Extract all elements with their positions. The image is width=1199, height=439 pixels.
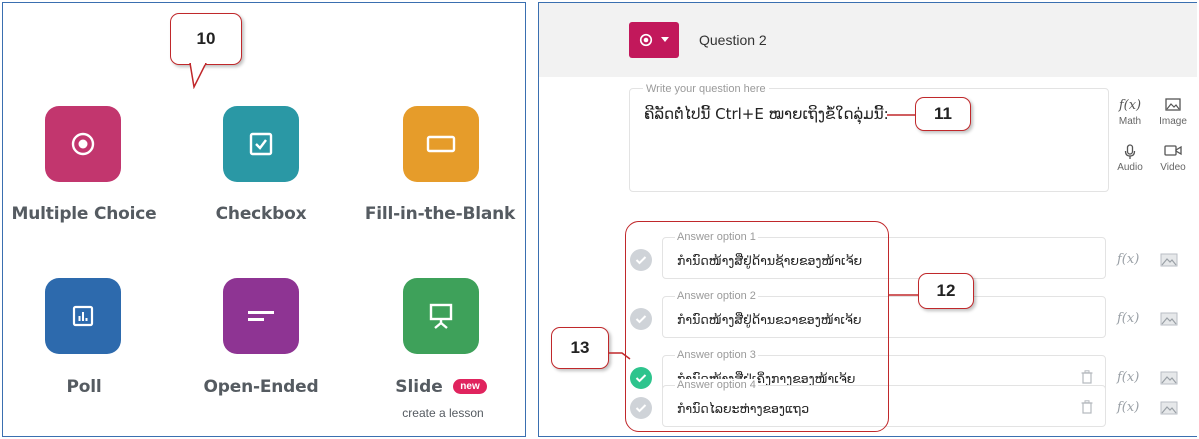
question-text: ຄີລັດຕໍ່ໄປນີ້ Ctrl+E ໝາຍເຖິງຂໍ້ໃດລຸ່ມນີ້… xyxy=(644,105,889,123)
question-placeholder: Write your question here xyxy=(643,83,769,95)
slide-label: Slide xyxy=(395,377,443,397)
fill-in-the-blank-label: Fill-in-the-Blank xyxy=(364,204,516,224)
image-label: Image xyxy=(1159,116,1187,127)
math-button[interactable]: f(x) xyxy=(1117,370,1139,385)
question-header-bar: Question 2 xyxy=(539,3,1197,77)
image-icon[interactable] xyxy=(1160,312,1178,326)
slide-button[interactable] xyxy=(403,278,479,354)
text-lines-icon xyxy=(248,311,274,321)
video-camera-icon xyxy=(1153,144,1193,162)
callout-number: 11 xyxy=(934,104,952,123)
image-icon[interactable] xyxy=(1160,253,1178,267)
open-ended-label: Open-Ended xyxy=(203,377,319,397)
poll-button[interactable] xyxy=(45,278,121,354)
callout-12: 12 xyxy=(918,273,974,309)
math-tool[interactable]: f(x) Math xyxy=(1110,98,1150,127)
radio-target-icon xyxy=(639,33,653,47)
video-tool[interactable]: Video xyxy=(1153,144,1193,173)
trash-icon[interactable] xyxy=(1081,370,1093,384)
slide-sublabel: create a lesson xyxy=(402,406,484,420)
function-icon: f(x) xyxy=(1118,98,1142,113)
image-icon[interactable] xyxy=(1160,401,1178,415)
math-button[interactable]: f(x) xyxy=(1117,400,1139,415)
image-icon xyxy=(1153,98,1193,116)
checkbox-label: Checkbox xyxy=(215,204,307,224)
question-editor-panel: Question 2 Write your question here ຄີລັ… xyxy=(538,2,1197,437)
fill-in-the-blank-button[interactable] xyxy=(403,106,479,182)
question-title: Question 2 xyxy=(699,32,767,48)
video-label: Video xyxy=(1160,162,1186,173)
math-label: Math xyxy=(1118,116,1142,127)
poll-label: Poll xyxy=(66,377,102,397)
open-ended-button[interactable] xyxy=(223,278,299,354)
question-type-panel: 10 Multiple Choice Checkbox Fill-in-the-… xyxy=(2,2,526,437)
callout-number: 13 xyxy=(570,338,590,357)
question-type-dropdown[interactable] xyxy=(629,22,679,58)
question-input[interactable] xyxy=(629,88,1109,192)
multiple-choice-label: Multiple Choice xyxy=(11,204,157,224)
image-icon[interactable] xyxy=(1160,371,1178,385)
multiple-choice-button[interactable] xyxy=(45,106,121,182)
callout-number: 10 xyxy=(196,29,216,48)
checkbox-icon xyxy=(249,132,273,156)
callout-11: 11 xyxy=(915,97,971,131)
audio-tool[interactable]: Audio xyxy=(1110,144,1150,173)
callout-10: 10 xyxy=(170,13,242,65)
callout-number: 12 xyxy=(936,281,956,300)
blank-box-icon xyxy=(426,135,456,153)
answers-highlight-bracket xyxy=(625,221,889,432)
slide-label-group: Slide new xyxy=(341,377,541,397)
callout-13: 13 xyxy=(551,327,609,369)
math-button[interactable]: f(x) xyxy=(1117,252,1139,267)
callout-pointer xyxy=(189,63,207,89)
new-badge: new xyxy=(453,379,487,394)
bar-chart-icon xyxy=(72,305,94,327)
presentation-icon xyxy=(429,303,453,329)
audio-label: Audio xyxy=(1117,162,1143,173)
image-tool[interactable]: Image xyxy=(1153,98,1193,127)
trash-icon[interactable] xyxy=(1081,400,1093,414)
callout-13-leader xyxy=(608,352,631,360)
math-button[interactable]: f(x) xyxy=(1117,311,1139,326)
radio-target-icon xyxy=(71,132,95,156)
checkbox-button[interactable] xyxy=(223,106,299,182)
caret-down-icon xyxy=(661,37,669,42)
microphone-icon xyxy=(1110,144,1150,162)
